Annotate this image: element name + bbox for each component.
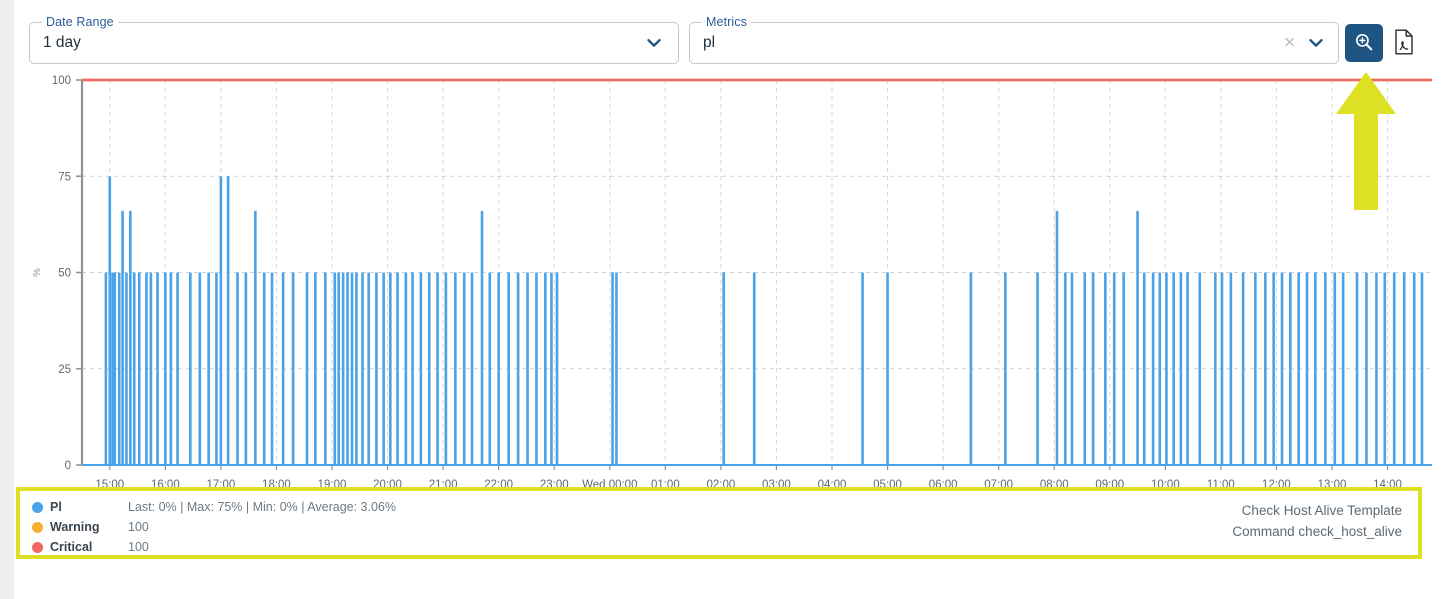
close-icon[interactable]: ✕ (1283, 36, 1296, 51)
legend-series-stat: 100 (128, 520, 149, 534)
right-gutter (1440, 0, 1446, 599)
toolbar: Date Range 1 day Metrics pl ✕ (0, 0, 1446, 76)
metrics-graph-page: Date Range 1 day Metrics pl ✕ 15:00 16:0… (0, 0, 1446, 599)
y-axis-tick-label: 75 (58, 171, 71, 183)
legend-template-name: Check Host Alive Template (1241, 503, 1402, 518)
legend-series-stat: Last: 0% | Max: 75% | Min: 0% | Average:… (128, 500, 396, 514)
y-axis-tick-label: 25 (58, 364, 71, 376)
y-axis-label: % (32, 268, 43, 277)
magnifier-plus-icon (1354, 32, 1374, 55)
legend-command-name: Command check_host_alive (1232, 524, 1402, 539)
chevron-down-icon[interactable] (644, 33, 664, 53)
search-button[interactable] (1345, 24, 1383, 62)
legend-item-warning[interactable]: Warning 100 (20, 517, 1418, 537)
pdf-export-button[interactable] (1392, 29, 1416, 57)
metrics-label: Metrics (702, 15, 751, 29)
metrics-value: pl (703, 34, 716, 51)
date-range-label: Date Range (42, 15, 118, 29)
left-gutter (0, 0, 14, 599)
legend-color-dot (32, 501, 43, 513)
legend-annotation-box: Pl Last: 0% | Max: 75% | Min: 0% | Avera… (16, 487, 1422, 559)
legend-item-pl[interactable]: Pl Last: 0% | Max: 75% | Min: 0% | Avera… (20, 497, 1418, 517)
legend-series-name: Pl (50, 500, 62, 514)
legend-series-name: Critical (50, 540, 93, 554)
chevron-down-icon[interactable] (1306, 33, 1326, 53)
date-range-value: 1 day (43, 34, 81, 51)
y-axis-tick-label: 50 (58, 268, 71, 280)
legend-item-critical[interactable]: Critical 100 (20, 537, 1418, 557)
metrics-select[interactable]: Metrics pl ✕ (689, 15, 1339, 64)
legend-series-name: Warning (50, 520, 100, 534)
metrics-chart[interactable]: 15:00 16:00 17:00 18:00 19:00 20:00 21:00 22:00… (14, 70, 1440, 488)
legend-meta: Check Host Alive Template Command check_… (1232, 500, 1402, 542)
series-spikes-pl (104, 176, 1424, 465)
legend-color-dot (32, 521, 43, 533)
y-axis-tick-label: 100 (52, 75, 71, 87)
chart-svg: 15:00 16:00 17:00 18:00 19:00 20:00 21:00 22:00… (32, 75, 1432, 488)
y-axis-tick-label: 0 (65, 460, 71, 472)
legend: Pl Last: 0% | Max: 75% | Min: 0% | Avera… (20, 491, 1418, 555)
pdf-export-icon (1393, 29, 1415, 58)
date-range-select[interactable]: Date Range 1 day (29, 15, 679, 64)
legend-color-dot (32, 541, 43, 553)
legend-series-stat: 100 (128, 540, 149, 554)
